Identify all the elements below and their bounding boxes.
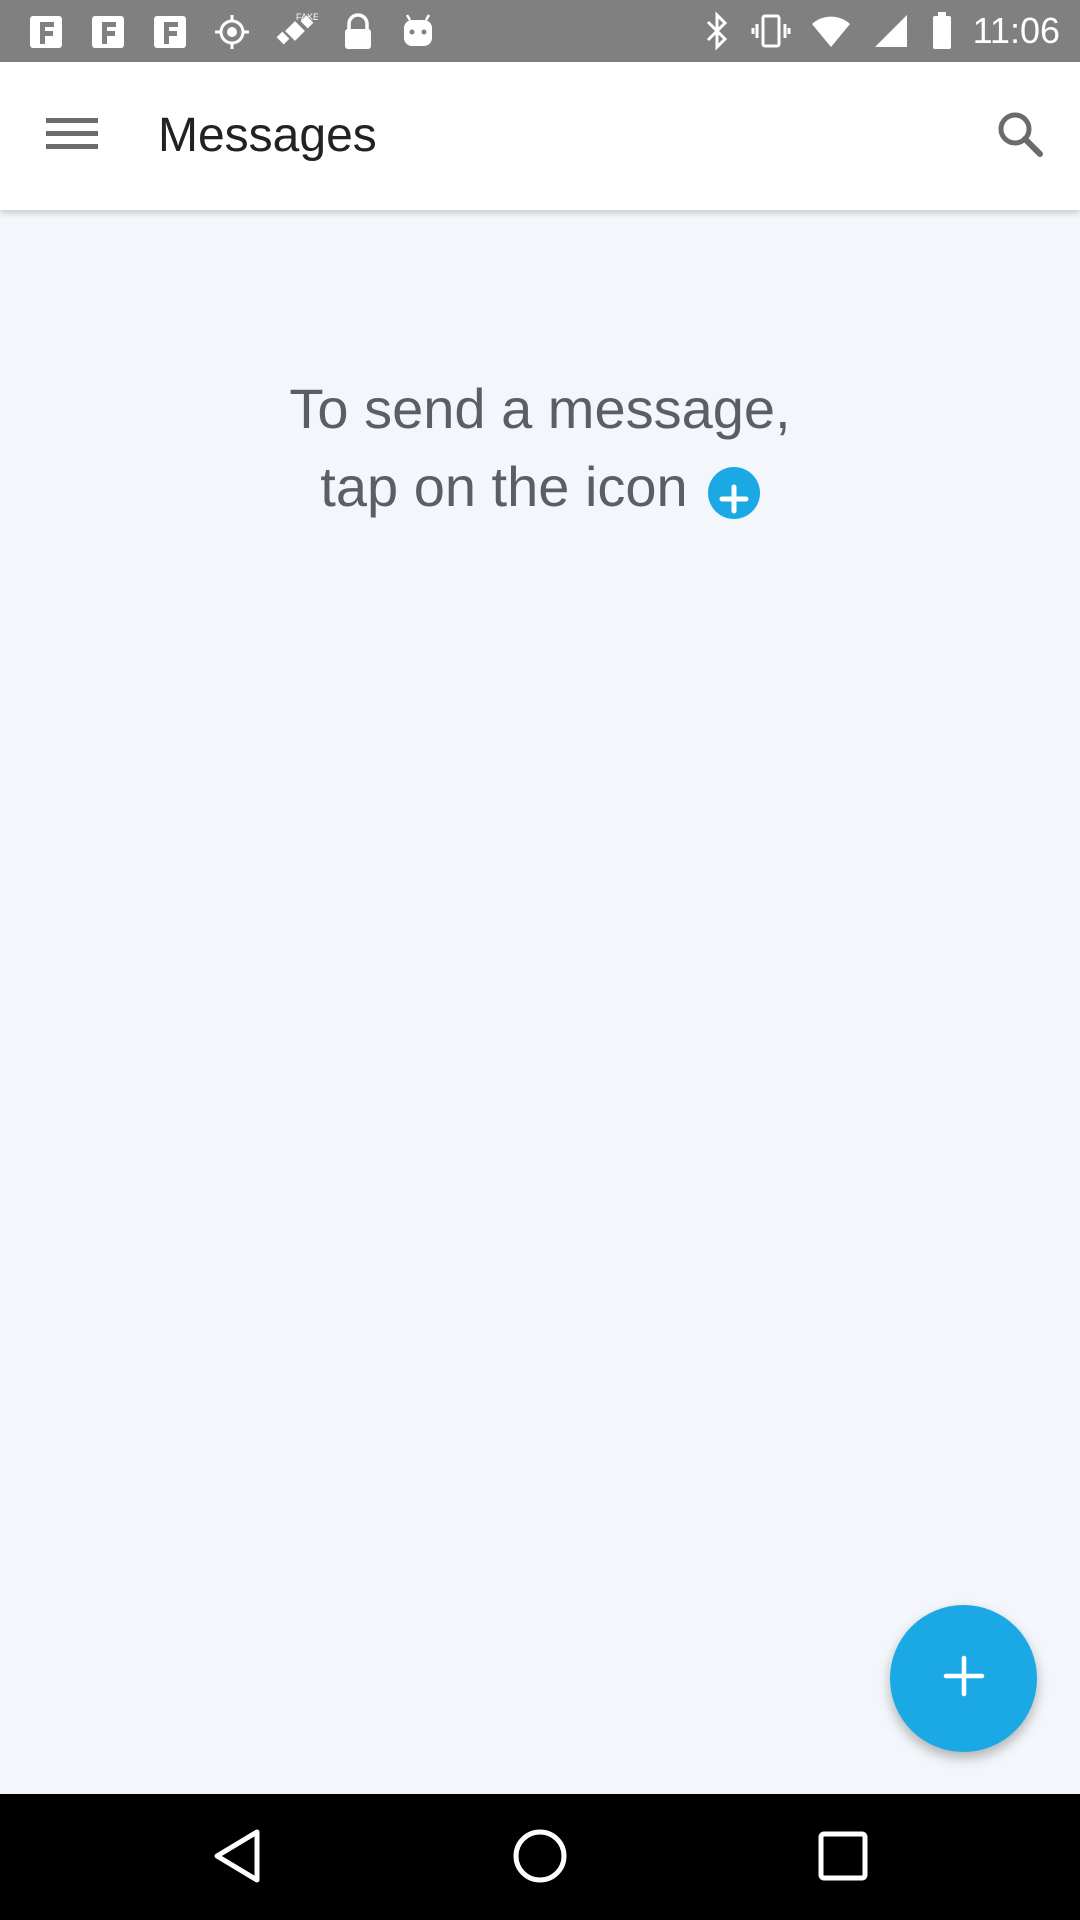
navigation-bar: [0, 1794, 1080, 1920]
recents-square-icon: [815, 1828, 871, 1889]
gps-icon: [212, 12, 252, 52]
signal-icon: [871, 11, 911, 51]
search-icon: [995, 109, 1045, 164]
svg-text:FAKE: FAKE: [296, 12, 318, 22]
empty-state-line2: tap on the icon: [320, 455, 688, 518]
recents-button[interactable]: [798, 1818, 888, 1898]
plus-icon: [940, 1652, 988, 1705]
status-left-icons: FAKE: [26, 12, 438, 52]
back-button[interactable]: [192, 1818, 282, 1898]
app-bar: Messages: [0, 62, 1080, 210]
empty-state-message: To send a message, tap on the icon: [0, 370, 1080, 526]
bluetooth-icon: [703, 11, 731, 51]
notification-icon: [26, 12, 66, 52]
notification-icon: [88, 12, 128, 52]
lock-icon: [340, 12, 376, 52]
new-message-button[interactable]: [890, 1605, 1037, 1752]
empty-state-line2-row: tap on the icon: [320, 448, 760, 526]
status-time: 11:06: [972, 10, 1060, 51]
home-circle-icon: [510, 1826, 570, 1891]
battery-icon: [931, 11, 953, 51]
status-right-icons: 11:06: [703, 0, 1060, 62]
empty-state-line1: To send a message,: [289, 377, 791, 440]
home-button[interactable]: [495, 1818, 585, 1898]
hamburger-menu-icon: [46, 114, 98, 159]
satellite-fake-icon: FAKE: [274, 10, 318, 54]
plus-circle-icon: [707, 467, 760, 519]
notification-icon: [150, 12, 190, 52]
android-icon: [398, 12, 438, 52]
page-title: Messages: [158, 109, 377, 162]
menu-button[interactable]: [36, 104, 108, 168]
wifi-icon: [811, 11, 851, 51]
status-bar: FAKE 11:06: [0, 0, 1080, 62]
back-triangle-icon: [207, 1826, 267, 1891]
vibrate-icon: [751, 11, 791, 51]
search-button[interactable]: [984, 100, 1056, 172]
